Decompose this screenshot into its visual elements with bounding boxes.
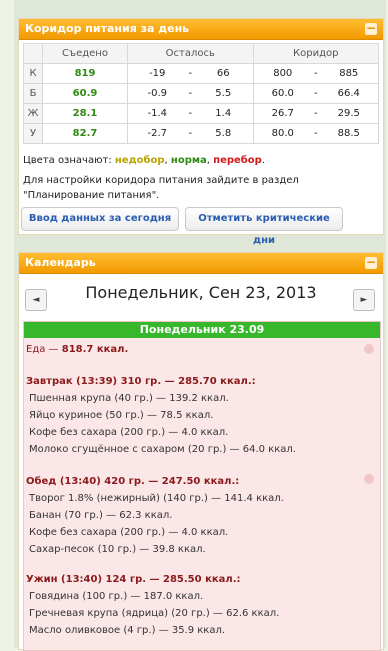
left-min: -2.7 xyxy=(147,128,167,139)
dash: - xyxy=(313,68,318,79)
table-row: Б 60.9 -0.9 - 5.5 60.0 - 66.4 xyxy=(23,83,379,104)
corridor-range: 60.0 - 66.4 xyxy=(252,83,379,104)
legend-norm: норма xyxy=(170,155,207,166)
header-empty xyxy=(23,43,43,64)
meal-title-lunch: Обед (13:40) 420 гр. — 247.50 ккал.: xyxy=(26,476,240,487)
left-max: 1.4 xyxy=(215,108,232,119)
list-item: Кофе без сахара (200 гр.) — 4.0 ккал. xyxy=(29,427,229,438)
left-range: -0.9 - 5.5 xyxy=(127,83,254,104)
day-header: Понедельник 23.09 xyxy=(24,322,380,338)
list-item: Яйцо куриное (50 гр.) — 78.5 ккал. xyxy=(29,410,214,421)
sidebar-column: Коридор питания за день − Съедено Остало… xyxy=(14,0,386,651)
legend-sep: , xyxy=(164,155,168,166)
edit-icon[interactable] xyxy=(364,474,374,484)
cor-max: 29.5 xyxy=(337,108,360,119)
eaten-value: 60.9 xyxy=(42,83,128,104)
eaten-value: 819 xyxy=(42,63,128,84)
row-letter: Б xyxy=(23,83,43,104)
mark-critical-days-button[interactable]: Отметить критические дни xyxy=(185,207,343,246)
corridor-table: Съедено Осталось Коридор К 819 -19 - 66 80… xyxy=(23,43,379,144)
left-min: -0.9 xyxy=(147,88,167,99)
collapse-icon[interactable]: − xyxy=(365,22,377,35)
collapse-icon[interactable]: − xyxy=(365,256,377,269)
list-item: Банан (70 гр.) — 62.3 ккал. xyxy=(29,510,173,521)
left-range: -1.4-1.4 xyxy=(127,103,254,124)
corridor-range: 80.0 - 88.5 xyxy=(252,123,379,144)
table-row: У 82.7 -2.7 - 5.8 80.0 - 88.5 xyxy=(23,123,379,144)
list-item: Творог 1.8% (нежирный) (140 гр.) — 141.4… xyxy=(29,493,284,504)
cor-min: 800 xyxy=(273,68,293,79)
legend-under: недобор xyxy=(114,155,165,166)
dash: - xyxy=(188,88,193,99)
cor-min: 26.7 xyxy=(271,108,294,119)
left-max: 5.8 xyxy=(215,128,232,139)
eaten-value: 28.1 xyxy=(42,103,128,124)
food-total: Еда — 818.7 ккал. xyxy=(26,344,129,355)
row-letter: У xyxy=(23,123,43,144)
edit-icon[interactable] xyxy=(364,344,374,354)
legend-prefix: Цвета означают: xyxy=(23,155,112,166)
food-prefix: Еда xyxy=(26,344,46,355)
prev-day-button[interactable]: ◄ xyxy=(25,289,47,311)
row-letter: К xyxy=(23,63,43,84)
corridor-panel-header: Коридор питания за день − xyxy=(19,19,383,40)
eaten-value: 82.7 xyxy=(42,123,128,144)
corridor-range: 800 - 885 xyxy=(252,63,379,84)
day-entry: Понедельник 23.09 Еда — 818.7 ккал. Завт… xyxy=(23,321,381,651)
next-day-button[interactable]: ► xyxy=(353,289,375,311)
list-item: Кофе без сахара (200 гр.) — 4.0 ккал. xyxy=(29,527,229,538)
cor-max: 66.4 xyxy=(337,88,360,99)
food-total-value: 818.7 ккал. xyxy=(61,344,129,355)
legend-over: перебор xyxy=(213,155,262,166)
dash: - xyxy=(188,108,193,119)
cor-max: 885 xyxy=(339,68,359,79)
dash: - xyxy=(313,88,318,99)
left-max: 5.5 xyxy=(215,88,232,99)
dash: - xyxy=(313,108,318,119)
calendar-title: Календарь xyxy=(25,256,96,269)
cor-min: 80.0 xyxy=(271,128,294,139)
header-eaten: Съедено xyxy=(42,43,128,64)
legend-sep: , xyxy=(206,155,210,166)
meal-title-breakfast: Завтрак (13:39) 310 гр. — 285.70 ккал.: xyxy=(26,376,256,387)
enter-today-button[interactable]: Ввод данных за сегодня xyxy=(21,207,179,231)
list-item: Сахар-песок (10 гр.) — 39.8 ккал. xyxy=(29,544,206,555)
color-legend: Цвета означают: недобор, норма, перебор. xyxy=(23,155,265,166)
table-row: Ж 28.1 -1.4-1.4 26.7-29.5 xyxy=(23,103,379,124)
left-min: -19 xyxy=(149,68,166,79)
left-range: -19 - 66 xyxy=(127,63,254,84)
dash: - xyxy=(313,128,318,139)
calendar-panel: Календарь − ◄ Понедельник, Сен 23, 2013 … xyxy=(18,252,384,651)
row-letter: Ж xyxy=(23,103,43,124)
list-item: Пшенная крупа (40 гр.) — 139.2 ккал. xyxy=(29,393,229,404)
header-left: Осталось xyxy=(127,43,254,64)
list-item: Масло оливковое (4 гр.) — 35.9 ккал. xyxy=(29,625,226,636)
left-min: -1.4 xyxy=(147,108,167,119)
cor-max: 88.5 xyxy=(337,128,360,139)
dash: - xyxy=(188,68,193,79)
list-item: Говядина (100 гр.) — 187.0 ккал. xyxy=(29,591,204,602)
calendar-panel-header: Календарь − xyxy=(19,253,383,274)
left-max: 66 xyxy=(216,68,230,79)
table-row: К 819 -19 - 66 800 - 885 xyxy=(23,63,379,84)
corridor-title: Коридор питания за день xyxy=(25,22,190,35)
table-header-row: Съедено Осталось Коридор xyxy=(23,43,379,64)
list-item: Гречневая крупа (ядрица) (20 гр.) — 62.6… xyxy=(29,608,280,619)
settings-note: Для настройки коридора питания зайдите в… xyxy=(23,175,299,201)
left-range: -2.7 - 5.8 xyxy=(127,123,254,144)
list-item: Молоко сгущённое с сахаром (20 гр.) — 64… xyxy=(29,444,296,455)
meal-title-dinner: Ужин (13:40) 124 гр. — 285.50 ккал.: xyxy=(26,574,241,585)
header-corridor: Коридор xyxy=(252,43,379,64)
legend-end: . xyxy=(261,155,265,166)
dash: - xyxy=(188,128,193,139)
current-date: Понедельник, Сен 23, 2013 xyxy=(85,283,317,302)
cor-min: 60.0 xyxy=(271,88,294,99)
corridor-panel: Коридор питания за день − Съедено Остало… xyxy=(18,18,384,246)
corridor-range: 26.7 - 29.5 xyxy=(252,103,379,124)
